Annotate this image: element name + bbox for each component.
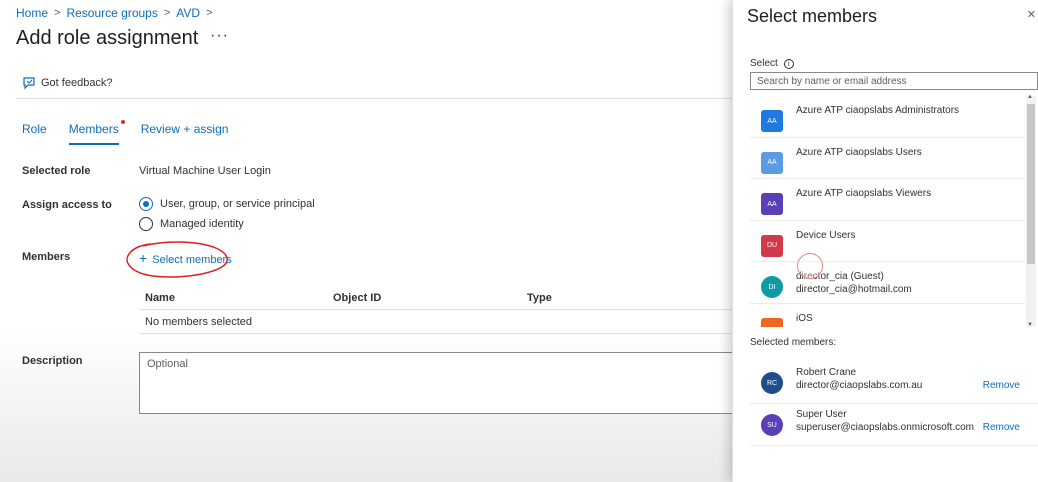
page-title: Add role assignment [16, 27, 199, 49]
list-item[interactable]: DI director_cia (Guest) director_cia@hot… [750, 262, 1025, 304]
table-row-empty: No members selected [139, 310, 732, 334]
member-email: director_cia@hotmail.com [796, 284, 912, 295]
user-avatar: DI [761, 276, 783, 298]
info-icon[interactable]: i [783, 58, 794, 69]
selected-role-value: Virtual Machine User Login [139, 165, 271, 177]
list-item[interactable]: iOS [750, 304, 1025, 327]
list-item[interactable]: DU Device Users [750, 221, 1025, 262]
mouse-cursor-indicator [797, 253, 823, 279]
panel-title: Select members [747, 6, 878, 26]
selected-member-row: RC Robert Crane director@ciaopslabs.com.… [750, 362, 1038, 404]
col-type: Type [527, 291, 552, 304]
list-item[interactable]: AA Azure ATP ciaopslabs Viewers [750, 179, 1025, 221]
selected-member-row: SU Super User superuser@ciaopslabs.onmic… [750, 404, 1038, 446]
remove-button[interactable]: Remove [983, 380, 1020, 391]
search-input[interactable]: Search by name or email address [750, 72, 1038, 90]
radio-user-group-sp[interactable]: User, group, or service principal [139, 197, 315, 211]
group-avatar: AA [761, 151, 783, 174]
radio-unchecked-icon [139, 217, 153, 231]
member-email: director@ciaopslabs.com.au [796, 380, 923, 391]
feedback-label: Got feedback? [41, 77, 113, 89]
user-avatar: RC [761, 372, 783, 394]
tab-bar: Role Members Review + assign [22, 120, 250, 145]
selected-members-list: RC Robert Crane director@ciaopslabs.com.… [750, 362, 1038, 446]
divider [16, 98, 732, 99]
required-dot [120, 120, 125, 124]
group-avatar: AA [761, 110, 783, 132]
tab-members-label: Members [68, 122, 119, 136]
member-name: Azure ATP ciaopslabs Users [796, 146, 922, 158]
breadcrumb-home[interactable]: Home [16, 6, 48, 20]
assign-access-label: Assign access to [22, 199, 112, 211]
member-email: superuser@ciaopslabs.onmicrosoft.com [796, 422, 975, 433]
member-name: Super User [796, 409, 847, 420]
group-avatar: AA [761, 193, 783, 215]
plus-icon: + [139, 250, 148, 266]
select-members-panel: Select members ✕ Select i Search by name… [732, 0, 1038, 482]
breadcrumb-separator: > [163, 7, 171, 19]
close-icon[interactable]: ✕ [1027, 8, 1036, 21]
breadcrumb-resource-groups[interactable]: Resource groups [66, 6, 157, 20]
main-page: Home > Resource groups > AVD > Add role … [0, 0, 732, 482]
radio-managed-identity[interactable]: Managed identity [139, 217, 244, 231]
group-avatar [761, 317, 783, 327]
radio-checked-icon [139, 197, 153, 211]
user-avatar: SU [761, 414, 783, 436]
select-members-label: Select members [152, 254, 232, 266]
select-label: Select i [750, 58, 794, 69]
description-textarea[interactable]: Optional [139, 352, 732, 414]
breadcrumb-separator: > [54, 7, 61, 19]
more-options-button[interactable]: ··· [210, 27, 229, 45]
description-label: Description [22, 355, 83, 367]
scroll-up-icon[interactable]: ▲ [1027, 94, 1033, 100]
member-search-results: AA Azure ATP ciaopslabs Administrators A… [750, 96, 1025, 327]
feedback-icon [23, 77, 35, 90]
table-header: Name Object ID Type [139, 286, 732, 310]
member-name: Robert Crane [796, 367, 857, 378]
member-name: Device Users [796, 229, 856, 241]
member-name: Azure ATP ciaopslabs Viewers [796, 188, 932, 199]
members-table: Name Object ID Type No members selected [139, 286, 732, 334]
group-avatar: DU [761, 234, 783, 257]
select-label-text: Select [750, 58, 778, 69]
member-name: Azure ATP ciaopslabs Administrators [796, 105, 960, 116]
feedback-button[interactable]: Got feedback? [22, 76, 113, 90]
breadcrumb: Home > Resource groups > AVD > [16, 6, 219, 20]
radio-managed-label: Managed identity [160, 218, 244, 230]
breadcrumb-separator: > [206, 7, 213, 19]
scroll-down-icon[interactable]: ▼ [1027, 322, 1033, 328]
list-item[interactable]: AA Azure ATP ciaopslabs Administrators [750, 96, 1025, 138]
tab-review-assign[interactable]: Review + assign [141, 122, 229, 145]
scrollbar-thumb[interactable] [1027, 104, 1035, 264]
member-name: iOS [796, 312, 813, 324]
selected-members-label: Selected members: [750, 337, 837, 348]
selected-role-label: Selected role [22, 165, 91, 177]
radio-user-label: User, group, or service principal [160, 198, 315, 210]
col-name: Name [145, 291, 175, 304]
remove-button[interactable]: Remove [983, 422, 1020, 433]
tab-members[interactable]: Members [68, 120, 125, 145]
tab-role[interactable]: Role [22, 122, 47, 145]
select-members-link[interactable]: + Select members [139, 250, 232, 266]
col-object-id: Object ID [333, 291, 382, 304]
breadcrumb-avd[interactable]: AVD [176, 6, 200, 20]
list-scrollbar[interactable]: ▲ ▼ [1026, 94, 1036, 328]
list-item[interactable]: AA Azure ATP ciaopslabs Users [750, 138, 1025, 179]
members-label: Members [22, 251, 71, 263]
